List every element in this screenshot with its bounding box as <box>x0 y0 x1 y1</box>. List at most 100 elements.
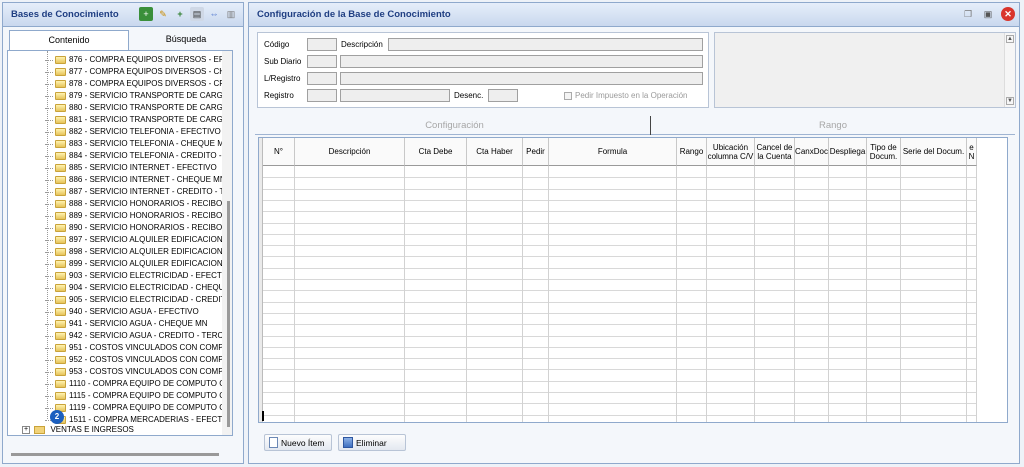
registro-desc-field[interactable] <box>340 89 450 102</box>
tree-item[interactable]: 876 - COMPRA EQUIPOS DIVERSOS - EFECT <box>45 54 232 66</box>
tab-rango[interactable]: Rango <box>653 116 1013 135</box>
checkbox-box[interactable] <box>564 91 572 100</box>
grid-row[interactable] <box>263 369 977 371</box>
tree-item[interactable]: 1110 - COMPRA EQUIPO DE COMPUTO COS <box>45 378 232 390</box>
tree-item[interactable]: 877 - COMPRA EQUIPOS DIVERSOS - CHEQ <box>45 66 232 78</box>
l-registro-code-field[interactable] <box>307 72 337 85</box>
tree-item[interactable]: 890 - SERVICIO HONORARIOS - RECIBO HO <box>45 222 232 234</box>
tree-item[interactable]: 885 - SERVICIO INTERNET - EFECTIVO <box>45 162 217 174</box>
grid-row[interactable] <box>263 222 977 224</box>
grid-row[interactable] <box>263 358 977 360</box>
grid-row[interactable] <box>263 267 977 269</box>
tree-item[interactable]: 940 - SERVICIO AGUA - EFECTIVO <box>45 306 199 318</box>
scroll-up-icon[interactable]: ▲ <box>1006 35 1014 43</box>
copy-icon[interactable]: ❐ <box>961 7 975 21</box>
tab-contenido[interactable]: Contenido <box>9 30 129 50</box>
registro-code-field[interactable] <box>307 89 337 102</box>
edit-icon[interactable]: ✎ <box>156 7 170 21</box>
close-icon[interactable]: ✕ <box>1001 7 1015 21</box>
desenc-field[interactable] <box>488 89 518 102</box>
tree-horizontal-scrollbar[interactable] <box>11 453 219 456</box>
tree-scroll-thumb[interactable] <box>227 201 230 427</box>
grid-row[interactable] <box>263 177 977 179</box>
tree-item[interactable]: 941 - SERVICIO AGUA - CHEQUE MN <box>45 318 208 330</box>
tree-item[interactable]: 887 - SERVICIO INTERNET - CREDITO - TERC <box>45 186 232 198</box>
nuevo-item-button[interactable]: Nuevo Ítem <box>264 434 332 451</box>
grid-row[interactable] <box>263 199 977 201</box>
tab-configuracion[interactable]: Configuración <box>259 116 651 135</box>
codigo-field[interactable] <box>307 38 337 51</box>
grid-row[interactable] <box>263 346 977 348</box>
grid-row[interactable] <box>263 414 977 416</box>
grid-row[interactable] <box>263 211 977 213</box>
scroll-down-icon[interactable]: ▼ <box>1006 97 1014 105</box>
expand-icon[interactable]: ⇔ <box>207 7 221 21</box>
sub-diario-desc-field[interactable] <box>340 55 703 68</box>
grid-row[interactable] <box>263 324 977 326</box>
tree-item[interactable]: 888 - SERVICIO HONORARIOS - RECIBO HO <box>45 198 232 210</box>
grid-row[interactable] <box>263 335 977 337</box>
pedir-impuesto-checkbox[interactable]: Pedir Impuesto en la Operación <box>564 91 688 100</box>
grid-row[interactable] <box>263 233 977 235</box>
column-header[interactable]: Cta Debe <box>405 138 467 166</box>
column-header[interactable]: Cancel de la Cuenta <box>755 138 795 166</box>
tree-item[interactable]: 879 - SERVICIO TRANSPORTE DE CARGA - <box>45 90 232 102</box>
column-header[interactable]: Serie del Docum. <box>901 138 967 166</box>
tree-item[interactable]: 899 - SERVICIO ALQUILER EDIFICACIONES - <box>45 258 232 270</box>
add-item-icon[interactable]: + <box>173 7 187 21</box>
expand-plus-icon[interactable]: + <box>22 425 30 434</box>
tree-item[interactable]: 1115 - COMPRA EQUIPO DE COMPUTO COS <box>45 390 232 402</box>
tree-item[interactable]: 1119 - COMPRA EQUIPO DE COMPUTO COS <box>45 402 232 414</box>
tree-item[interactable]: 942 - SERVICIO AGUA - CREDITO - TERCER <box>45 330 232 342</box>
tree-item[interactable]: 953 - COSTOS VINCULADOS CON COMPRA <box>45 366 232 378</box>
column-header[interactable]: N° <box>263 138 295 166</box>
grid-row[interactable] <box>263 403 977 405</box>
configuration-grid[interactable]: N° Descripción Cta Debe Cta Haber Pedir Formu… <box>258 137 1008 423</box>
tree-vertical-scrollbar[interactable] <box>222 51 232 435</box>
print-icon[interactable]: ▤ <box>190 7 204 21</box>
grid-row[interactable] <box>263 380 977 382</box>
tree-item[interactable]: 889 - SERVICIO HONORARIOS - RECIBO HO <box>45 210 232 222</box>
tree-item[interactable]: 878 - COMPRA EQUIPOS DIVERSOS - CRED <box>45 78 232 90</box>
tree-item[interactable]: 883 - SERVICIO TELEFONIA - CHEQUE MN <box>45 138 230 150</box>
grid-row[interactable] <box>263 392 977 393</box>
tree-item[interactable]: 952 - COSTOS VINCULADOS CON COMPRA <box>45 354 232 366</box>
sub-diario-code-field[interactable] <box>307 55 337 68</box>
tree-item[interactable]: 898 - SERVICIO ALQUILER EDIFICACIONES - <box>45 246 232 258</box>
column-header[interactable]: CanxDoc <box>795 138 829 166</box>
grid-row[interactable] <box>263 245 977 247</box>
grid-row[interactable] <box>263 279 977 280</box>
grid-row[interactable] <box>263 301 977 303</box>
tree-item[interactable]: 905 - SERVICIO ELECTRICIDAD - CREDITO - <box>45 294 232 306</box>
grid-row[interactable] <box>263 312 977 314</box>
descripcion-field[interactable] <box>388 38 703 51</box>
grid-row[interactable] <box>263 256 977 258</box>
notes-area[interactable]: ▲ ▼ <box>714 32 1016 108</box>
l-registro-desc-field[interactable] <box>340 72 703 85</box>
column-header[interactable]: Rango <box>677 138 707 166</box>
column-header[interactable]: Pedir <box>523 138 549 166</box>
tree-item[interactable]: 897 - SERVICIO ALQUILER EDIFICACIONES - <box>45 234 232 246</box>
tree-item[interactable]: 882 - SERVICIO TELEFONIA - EFECTIVO <box>45 126 221 138</box>
tree-folder-ventas[interactable]: + VENTAS E INGRESOS <box>22 424 134 435</box>
column-header[interactable]: Cta Haber <box>467 138 523 166</box>
tree-item[interactable]: 904 - SERVICIO ELECTRICIDAD - CHEQUE M <box>45 282 232 294</box>
column-header[interactable]: Ubicación columna C/V <box>707 138 755 166</box>
tree-item[interactable]: 886 - SERVICIO INTERNET - CHEQUE MN <box>45 174 226 186</box>
tree-item[interactable]: 951 - COSTOS VINCULADOS CON COMPRA <box>45 342 232 354</box>
grid-row[interactable] <box>263 290 977 292</box>
tree-item[interactable]: 880 - SERVICIO TRANSPORTE DE CARGA - <box>45 102 232 114</box>
notes-scrollbar[interactable]: ▲ ▼ <box>1004 33 1015 107</box>
column-header[interactable]: Descripción <box>295 138 405 166</box>
column-header[interactable]: Despliega <box>829 138 867 166</box>
column-header[interactable]: Tipo de Docum. <box>867 138 901 166</box>
tree-item[interactable]: 884 - SERVICIO TELEFONIA - CREDITO - TEF <box>45 150 232 162</box>
grid-row[interactable] <box>263 188 977 190</box>
column-header[interactable]: Formula <box>549 138 677 166</box>
tree-item[interactable]: 903 - SERVICIO ELECTRICIDAD - EFECTIVO <box>45 270 232 282</box>
save-icon[interactable]: ▣ <box>981 7 995 21</box>
tab-busqueda[interactable]: Búsqueda <box>131 30 241 50</box>
delete-icon[interactable]: ▥ <box>224 7 238 21</box>
eliminar-button[interactable]: Eliminar <box>338 434 406 451</box>
column-header[interactable]: e N <box>967 138 977 166</box>
